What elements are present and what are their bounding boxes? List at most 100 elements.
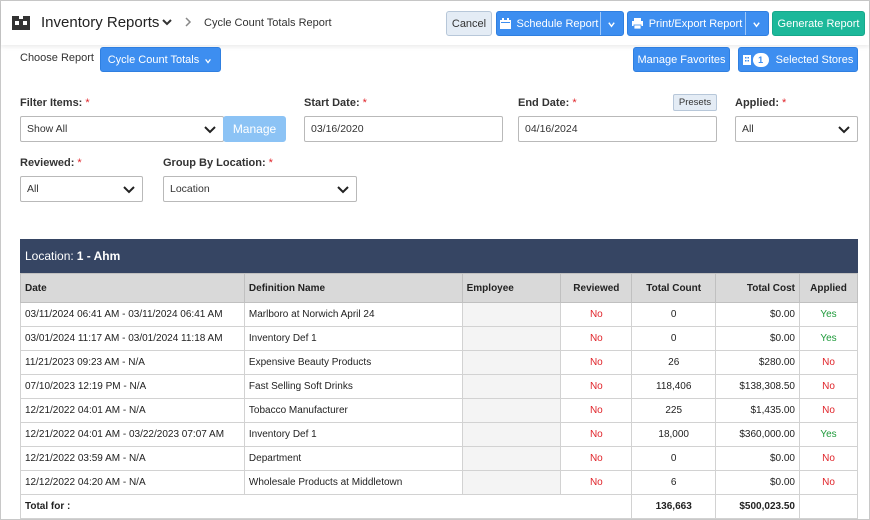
breadcrumb: Cycle Count Totals Report [204,17,332,29]
report-select-button[interactable]: Cycle Count Totals [100,47,221,72]
date-cell: 11/21/2023 09:23 AM - N/A [20,350,245,375]
presets-label: Presets [678,97,712,108]
group-by-location-value: Location [170,183,210,195]
schedule-report-button[interactable]: Schedule Report [496,11,624,36]
reviewed-cell: No [560,446,633,471]
manage-button-label: Manage [232,122,277,136]
employee-cell-redacted [461,350,562,375]
app-title[interactable]: Inventory Reports [41,14,159,31]
count-cell: 0 [631,326,717,351]
chevron-down-icon [204,126,216,134]
reviewed-select[interactable]: All [20,176,143,202]
definition-cell: Fast Selling Soft Drinks [243,374,463,399]
schedule-report-label: Schedule Report [516,17,599,30]
definition-cell: Wholesale Products at Middletown [243,470,463,495]
definition-cell: Marlboro at Norwich April 24 [243,302,463,327]
print-export-label: Print/Export Report [648,17,743,30]
chevron-down-icon [337,186,349,194]
end-date-label: End Date: * [518,97,577,109]
column-header-total-cost[interactable]: Total Cost [715,273,800,303]
choose-report-label: Choose Report [20,52,94,64]
location-header: Location: 1 - Ahm [20,239,858,273]
reviewed-cell: No [560,350,633,375]
top-bar: Inventory Reports Cycle Count Totals Rep… [1,1,869,45]
store-icon [742,54,751,65]
count-cell: 26 [631,350,717,375]
applied-cell: Yes [799,302,858,327]
chevron-down-icon[interactable] [161,16,173,28]
total-applied-empty [799,494,858,519]
chevron-down-icon [123,186,135,194]
total-label: Total for : [19,494,633,519]
table-row[interactable]: 03/01/2024 11:17 AM - 03/01/2024 11:18 A… [20,326,858,351]
manage-button[interactable]: Manage [223,116,286,142]
selected-stores-button[interactable]: 1 Selected Stores [738,47,858,72]
employee-cell-redacted [461,470,562,495]
date-cell: 12/21/2022 03:59 AM - N/A [20,446,245,471]
group-by-location-select[interactable]: Location [163,176,357,202]
report-table: Date Definition Name Employee Reviewed T… [19,273,858,519]
reviewed-cell: No [560,302,633,327]
reviewed-cell: No [560,470,633,495]
column-header-applied[interactable]: Applied [799,273,858,303]
date-cell: 03/01/2024 11:17 AM - 03/01/2024 11:18 A… [20,326,245,351]
applied-cell: No [799,374,858,399]
reviewed-cell: No [560,422,633,447]
location-name: 1 - Ahm [76,249,121,263]
chevron-down-icon [838,126,850,134]
table-row[interactable]: 12/12/2022 04:20 AM - N/A Wholesale Prod… [20,470,858,495]
date-cell: 07/10/2023 12:19 PM - N/A [20,374,245,399]
cancel-button-label: Cancel [451,17,487,30]
table-row[interactable]: 12/21/2022 04:01 AM - 03/22/2023 07:07 A… [20,422,858,447]
manage-favorites-label: Manage Favorites [637,53,726,66]
count-cell: 6 [631,470,717,495]
column-header-reviewed[interactable]: Reviewed [560,273,633,303]
employee-cell-redacted [461,422,562,447]
generate-report-label: Generate Report [777,17,860,30]
filter-items-select[interactable]: Show All [20,116,224,142]
filter-items-label: Filter Items: * [20,97,90,109]
definition-cell: Expensive Beauty Products [243,350,463,375]
chevron-down-icon [205,59,211,64]
table-row[interactable]: 12/21/2022 04:01 AM - N/A Tobacco Manufa… [20,398,858,423]
table-row[interactable]: 12/21/2022 03:59 AM - N/A Department No … [20,446,858,471]
applied-cell: No [799,470,858,495]
column-header-total-count[interactable]: Total Count [631,273,717,303]
cancel-button[interactable]: Cancel [446,11,492,36]
table-row[interactable]: 11/21/2023 09:23 AM - N/A Expensive Beau… [20,350,858,375]
chevron-down-icon [753,22,760,28]
chevron-down-icon [608,22,615,28]
location-prefix: Location: [25,249,74,263]
cost-cell: $360,000.00 [715,422,800,447]
generate-report-button[interactable]: Generate Report [772,11,865,36]
group-by-location-label: Group By Location: * [163,157,273,169]
column-header-employee[interactable]: Employee [461,273,562,303]
table-row[interactable]: 07/10/2023 12:19 PM - N/A Fast Selling S… [20,374,858,399]
start-date-label: Start Date: * [304,97,367,109]
report-select-label: Cycle Count Totals [107,53,200,66]
date-cell: 12/21/2022 04:01 AM - 03/22/2023 07:07 A… [20,422,245,447]
definition-cell: Inventory Def 1 [243,326,463,351]
end-date-input[interactable]: 04/16/2024 [518,116,717,142]
cost-cell: $138,308.50 [715,374,800,399]
table-row[interactable]: 03/11/2024 06:41 AM - 03/11/2024 06:41 A… [20,302,858,327]
employee-cell-redacted [461,398,562,423]
cost-cell: $0.00 [715,446,800,471]
presets-button[interactable]: Presets [673,94,717,111]
cost-cell: $280.00 [715,350,800,375]
selected-stores-label: Selected Stores [775,53,854,66]
reviewed-value: All [27,183,39,195]
start-date-input[interactable]: 03/16/2020 [304,116,503,142]
date-cell: 12/12/2022 04:20 AM - N/A [20,470,245,495]
start-date-value: 03/16/2020 [311,123,364,135]
applied-select[interactable]: All [735,116,858,142]
column-header-date[interactable]: Date [20,273,245,303]
count-cell: 225 [631,398,717,423]
print-export-button[interactable]: Print/Export Report [627,11,769,36]
total-cost: $500,023.50 [715,494,800,519]
column-header-definition[interactable]: Definition Name [243,273,463,303]
calendar-icon [499,18,511,29]
applied-cell: Yes [799,326,858,351]
manage-favorites-button[interactable]: Manage Favorites [633,47,730,72]
reviewed-cell: No [560,398,633,423]
